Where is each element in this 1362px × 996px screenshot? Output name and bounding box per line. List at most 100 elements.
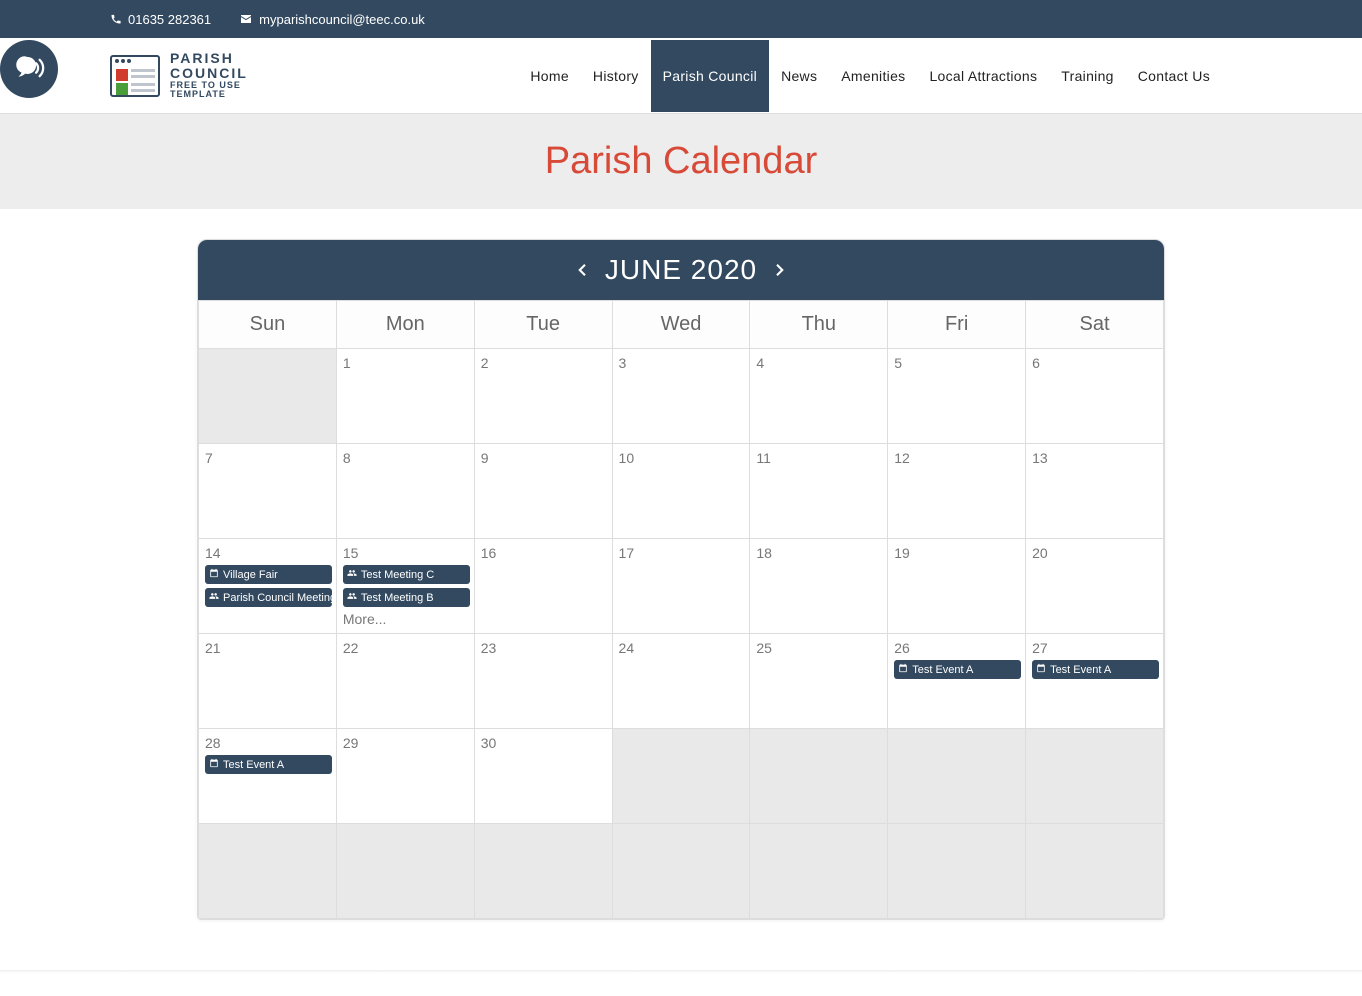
calendar-cell[interactable]: 11 [750, 444, 888, 539]
calendar-cell[interactable]: 4 [750, 349, 888, 444]
day-number: 9 [481, 450, 608, 466]
calendar-cell[interactable]: 28 Test Event A [199, 729, 337, 824]
day-number: 1 [343, 355, 470, 371]
calendar-cell[interactable]: 23 [474, 634, 612, 729]
calendar-cell [336, 824, 474, 919]
calendar-cell[interactable]: 19 [888, 539, 1026, 634]
day-number: 29 [343, 735, 470, 751]
calendar-cell[interactable]: 30 [474, 729, 612, 824]
calendar-event[interactable]: Test Event A [894, 660, 1021, 679]
event-label: Parish Council Meeting [223, 592, 332, 604]
calendar-cell[interactable]: 6 [1026, 349, 1164, 444]
calendar-cell[interactable]: 29 [336, 729, 474, 824]
calendar-cell [612, 824, 750, 919]
day-number: 3 [619, 355, 746, 371]
chevron-right-icon [771, 258, 789, 282]
more-events-link[interactable]: More... [343, 611, 470, 627]
calendar-cell[interactable]: 27Test Event A [1026, 634, 1164, 729]
day-number: 10 [619, 450, 746, 466]
day-number: 8 [343, 450, 470, 466]
day-number: 23 [481, 640, 608, 656]
day-number: 11 [756, 450, 883, 466]
calendar-cell[interactable]: 2 [474, 349, 612, 444]
nav-link-contact-us[interactable]: Contact Us [1126, 40, 1222, 112]
chevron-left-icon [573, 258, 591, 282]
logo-graphic [110, 55, 160, 97]
topbar: 01635 282361 myparishcouncil@teec.co.uk [0, 0, 1362, 38]
event-label: Test Event A [223, 759, 284, 771]
calendar-cell[interactable]: 22 [336, 634, 474, 729]
day-number: 20 [1032, 545, 1159, 561]
calendar-cell[interactable]: 13 [1026, 444, 1164, 539]
envelope-icon [239, 13, 253, 25]
calendar-event[interactable]: Test Event A [1032, 660, 1159, 679]
next-month-button[interactable] [771, 258, 789, 282]
calendar-icon [898, 663, 908, 676]
calendar-cell[interactable]: 7 [199, 444, 337, 539]
nav-link-home[interactable]: Home [518, 40, 581, 112]
nav-link-local-attractions[interactable]: Local Attractions [917, 40, 1049, 112]
topbar-phone[interactable]: 01635 282361 [110, 12, 211, 27]
day-number: 2 [481, 355, 608, 371]
calendar-cell[interactable]: 17 [612, 539, 750, 634]
day-number: 30 [481, 735, 608, 751]
event-label: Test Event A [912, 664, 973, 676]
calendar-event[interactable]: Test Meeting B [343, 588, 470, 607]
calendar-cell[interactable]: 8 [336, 444, 474, 539]
calendar-event[interactable]: Test Event A [205, 755, 332, 774]
calendar-cell[interactable]: 21 [199, 634, 337, 729]
calendar-event[interactable]: Parish Council Meeting [205, 588, 332, 607]
nav-link-history[interactable]: History [581, 40, 651, 112]
calendar-cell[interactable]: 12 [888, 444, 1026, 539]
day-number: 26 [894, 640, 1021, 656]
calendar: JUNE 2020 SunMonTueWedThuFriSat 12345678… [197, 239, 1165, 920]
event-label: Test Event A [1050, 664, 1111, 676]
nav-link-training[interactable]: Training [1049, 40, 1125, 112]
day-number: 12 [894, 450, 1021, 466]
topbar-email[interactable]: myparishcouncil@teec.co.uk [239, 12, 425, 27]
calendar-cell[interactable]: 18 [750, 539, 888, 634]
event-label: Test Meeting C [361, 569, 434, 581]
event-label: Test Meeting B [361, 592, 434, 604]
calendar-event[interactable]: Village Fair [205, 565, 332, 584]
calendar-cell [1026, 824, 1164, 919]
prev-month-button[interactable] [573, 258, 591, 282]
calendar-cell[interactable]: 15 Test Meeting C Test Meeting B More... [336, 539, 474, 634]
calendar-cell[interactable]: 26 Test Event A [888, 634, 1026, 729]
calendar-month-label: JUNE 2020 [605, 254, 757, 286]
day-number: 17 [619, 545, 746, 561]
nav-link-parish-council[interactable]: Parish Council [651, 40, 769, 112]
day-number: 15 [343, 545, 470, 561]
calendar-cell[interactable]: 9 [474, 444, 612, 539]
page-title: Parish Calendar [0, 140, 1362, 183]
site-logo[interactable]: PARISH COUNCIL FREE TO USE TEMPLATE [110, 51, 248, 99]
calendar-cell[interactable]: 1 [336, 349, 474, 444]
calendar-cell[interactable]: 10 [612, 444, 750, 539]
weekday-header: Sun [199, 301, 337, 349]
day-number: 24 [619, 640, 746, 656]
nav-link-amenities[interactable]: Amenities [829, 40, 917, 112]
calendar-cell [750, 729, 888, 824]
calendar-grid: SunMonTueWedThuFriSat 123456789101112131… [198, 300, 1164, 919]
calendar-event[interactable]: Test Meeting C [343, 565, 470, 584]
calendar-cell[interactable]: 20 [1026, 539, 1164, 634]
group-icon [347, 591, 357, 604]
calendar-cell[interactable]: 14Village FairParish Council Meeting [199, 539, 337, 634]
calendar-cell[interactable]: 5 [888, 349, 1026, 444]
speech-icon [12, 52, 46, 86]
calendar-cell [199, 349, 337, 444]
calendar-cell[interactable]: 24 [612, 634, 750, 729]
day-number: 28 [205, 735, 332, 751]
calendar-header: JUNE 2020 [198, 240, 1164, 300]
nav-link-news[interactable]: News [769, 40, 829, 112]
calendar-cell[interactable]: 16 [474, 539, 612, 634]
weekday-header: Tue [474, 301, 612, 349]
day-number: 4 [756, 355, 883, 371]
page-hero: Parish Calendar [0, 114, 1362, 209]
calendar-cell[interactable]: 3 [612, 349, 750, 444]
group-icon [347, 568, 357, 581]
calendar-cell[interactable]: 25 [750, 634, 888, 729]
accessibility-button[interactable] [0, 40, 58, 98]
calendar-icon [209, 758, 219, 771]
day-number: 19 [894, 545, 1021, 561]
